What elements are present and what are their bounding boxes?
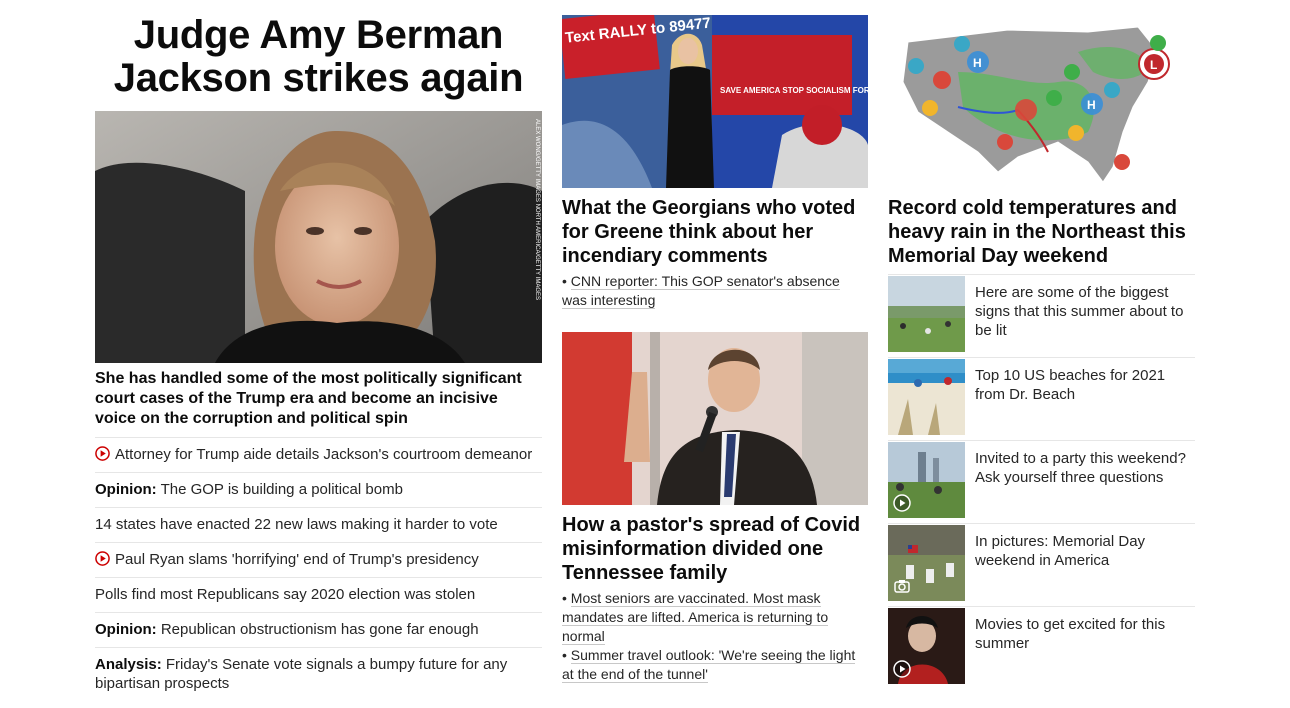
play-icon [893, 494, 911, 512]
card-thumbnail [888, 442, 965, 518]
related-link[interactable]: CNN reporter: This GOP senator's absence… [562, 273, 840, 309]
list-item-prefix: Opinion: [95, 621, 157, 638]
related-item: • Summer travel outlook: 'We're seeing t… [562, 647, 856, 683]
beach-image [888, 359, 965, 435]
related-link[interactable]: Summer travel outlook: 'We're seeing the… [562, 647, 856, 683]
list-item[interactable]: Polls find most Republicans say 2020 ele… [95, 577, 542, 612]
story4-headline[interactable]: Record cold temperatures and heavy rain … [888, 196, 1195, 268]
greene-rally-photo[interactable]: Text RALLY to 89477 SAVE AMERICA STOP SO… [562, 15, 868, 188]
camera-icon [894, 580, 910, 593]
pastor-image [562, 332, 868, 505]
play-icon [95, 446, 110, 461]
card-thumbnail [888, 359, 965, 435]
lead-story: Judge Amy Berman Jackson strikes again A… [95, 0, 542, 692]
story3-related: • Most seniors are vaccinated. Most mask… [562, 589, 868, 684]
card-thumbnail [888, 276, 965, 352]
list-item-prefix: Opinion: [95, 481, 157, 498]
play-icon [893, 660, 911, 678]
judge-portrait-image: ALEX WONG/GETTY IMAGES NORTH AMERICA/GET… [95, 111, 542, 363]
list-item-text: Polls find most Republicans say 2020 ele… [95, 586, 476, 603]
story3-headline[interactable]: How a pastor's spread of Covid misinform… [562, 513, 868, 585]
story-card[interactable]: Top 10 US beaches for 2021 from Dr. Beac… [888, 357, 1195, 440]
card-title: Movies to get excited for this summer [975, 616, 1166, 652]
lead-headline[interactable]: Judge Amy Berman Jackson strikes again [95, 14, 542, 100]
story-card[interactable]: Here are some of the biggest signs that … [888, 274, 1195, 357]
photo-credit: ALEX WONG/GETTY IMAGES NORTH AMERICA/GET… [534, 119, 540, 300]
card-title: In pictures: Memorial Day weekend in Ame… [975, 533, 1146, 569]
us-weather-map-image: H H L [888, 12, 1195, 188]
list-item[interactable]: Attorney for Trump aide details Jackson'… [95, 437, 542, 472]
low-pressure-label: L [1150, 58, 1157, 72]
card-thumbnail [888, 525, 965, 601]
play-icon [95, 551, 110, 566]
story-cards: Here are some of the biggest signs that … [888, 274, 1195, 689]
list-item[interactable]: Opinion: Republican obstructionism has g… [95, 612, 542, 647]
rally-image: Text RALLY to 89477 SAVE AMERICA STOP SO… [562, 15, 868, 188]
lead-photo[interactable]: ALEX WONG/GETTY IMAGES NORTH AMERICA/GET… [95, 111, 542, 363]
list-item-prefix: Analysis: [95, 656, 162, 673]
related-item: • Most seniors are vaccinated. Most mask… [562, 590, 829, 645]
high-pressure-label: H [973, 56, 982, 70]
list-item-text: Paul Ryan slams 'horrifying' end of Trum… [115, 551, 479, 568]
lead-subhead[interactable]: She has handled some of the most politic… [95, 369, 542, 429]
story-card[interactable]: In pictures: Memorial Day weekend in Ame… [888, 523, 1195, 606]
list-item-text: 14 states have enacted 22 new laws makin… [95, 516, 498, 533]
list-item-text: Attorney for Trump aide details Jackson'… [115, 446, 533, 463]
pastor-photo[interactable] [562, 332, 868, 505]
list-item[interactable]: Opinion: The GOP is building a political… [95, 472, 542, 507]
story-card[interactable]: Invited to a party this weekend? Ask you… [888, 440, 1195, 523]
high-pressure-label: H [1087, 98, 1096, 112]
list-item[interactable]: Paul Ryan slams 'horrifying' end of Trum… [95, 542, 542, 577]
park-crowd-image [888, 276, 965, 352]
story-card[interactable]: Movies to get excited for this summer [888, 606, 1195, 689]
card-title: Top 10 US beaches for 2021 from Dr. Beac… [975, 367, 1166, 403]
list-item-text: Republican obstructionism has gone far e… [160, 621, 479, 638]
list-item-text: The GOP is building a political bomb [160, 481, 403, 498]
sign-text-2: SAVE AMERICA STOP SOCIALISM FOR CONGRESS [720, 86, 868, 95]
story2-related: • CNN reporter: This GOP senator's absen… [562, 273, 840, 309]
story2-headline[interactable]: What the Georgians who voted for Greene … [562, 196, 868, 268]
weather-map[interactable]: H H L [888, 12, 1195, 188]
list-item[interactable]: 14 states have enacted 22 new laws makin… [95, 507, 542, 542]
lead-related-list: Attorney for Trump aide details Jackson'… [95, 437, 542, 701]
card-thumbnail [888, 608, 965, 684]
card-title: Invited to a party this weekend? Ask you… [975, 450, 1186, 486]
list-item[interactable]: Analysis: Friday's Senate vote signals a… [95, 647, 542, 701]
related-link[interactable]: Most seniors are vaccinated. Most mask m… [562, 590, 829, 645]
card-title: Here are some of the biggest signs that … [975, 284, 1184, 339]
